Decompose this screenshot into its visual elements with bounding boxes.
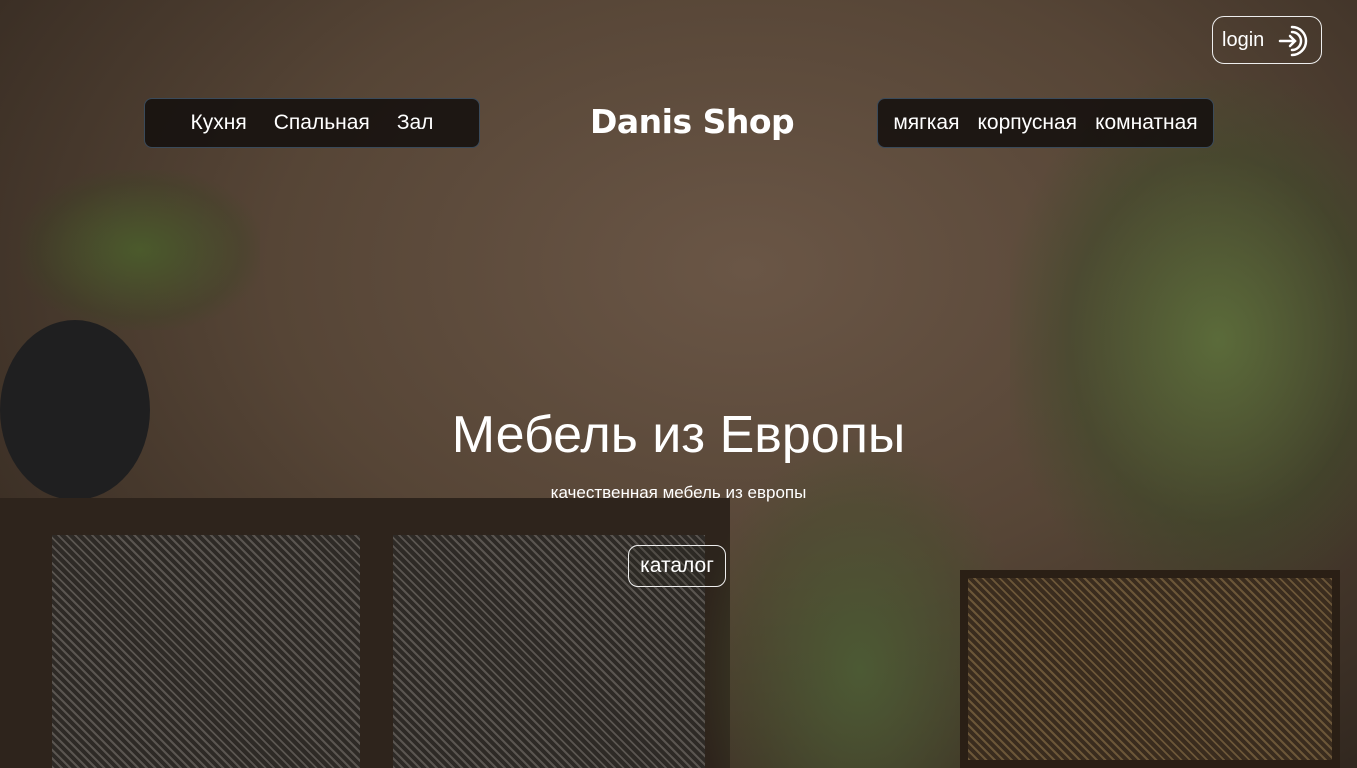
plant-decoration [20, 170, 260, 330]
login-button[interactable]: login [1212, 16, 1322, 64]
nav-item-kitchen[interactable]: Кухня [191, 111, 247, 135]
login-label: login [1222, 28, 1265, 51]
login-icon [1278, 25, 1308, 57]
nav-item-hall[interactable]: Зал [397, 111, 434, 135]
hero-title: Мебель из Европы [451, 406, 906, 464]
hero-subtitle: качественная мебель из европы [550, 483, 807, 502]
nav-item-room[interactable]: комнатная [1095, 111, 1198, 135]
cabinet-panel [52, 535, 360, 768]
catalog-button[interactable]: каталог [628, 545, 726, 587]
chair-decoration [960, 570, 1340, 768]
plant-decoration [1010, 80, 1357, 600]
nav-item-bedroom[interactable]: Спальная [274, 111, 370, 135]
nav-rooms: Кухня Спальная Зал [144, 98, 480, 148]
nav-item-cabinet[interactable]: корпусная [977, 111, 1077, 135]
nav-item-soft[interactable]: мягкая [893, 111, 959, 135]
nav-furniture-types: мягкая корпусная комнатная [877, 98, 1214, 148]
logo[interactable]: Danis Shop [590, 102, 795, 141]
